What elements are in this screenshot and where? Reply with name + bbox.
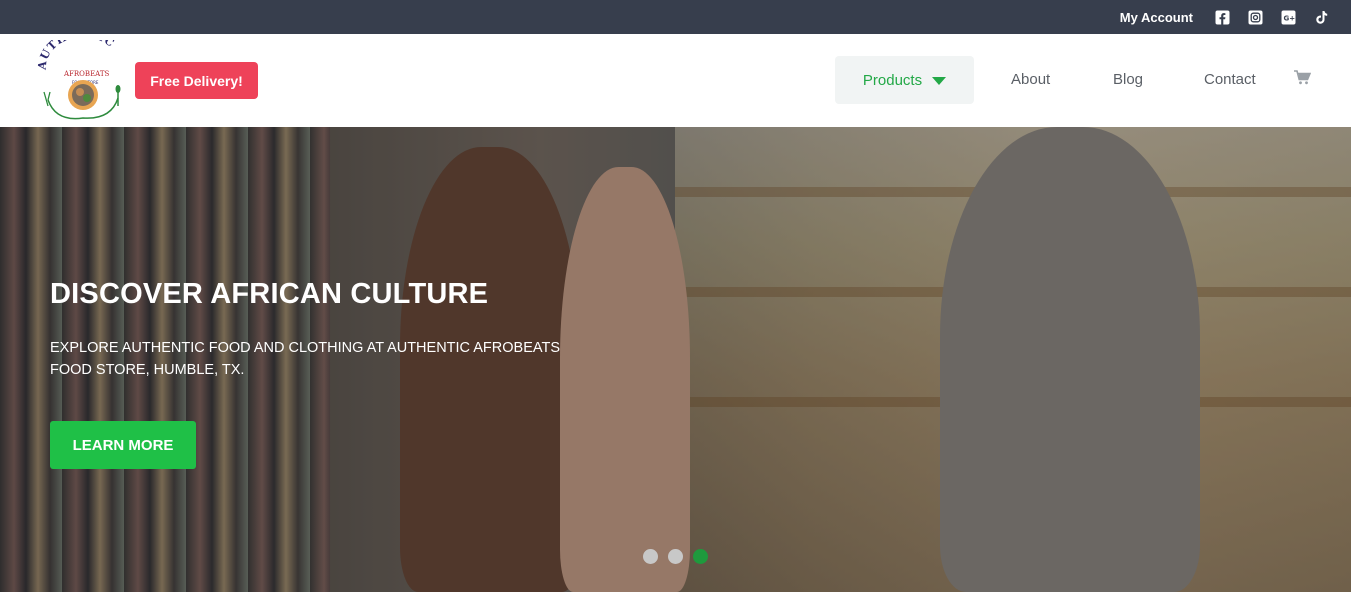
slider-dot-2[interactable] <box>668 549 683 564</box>
hero-subtitle: EXPLORE AUTHENTIC FOOD AND CLOTHING AT A… <box>50 340 560 378</box>
nav-blog[interactable]: Blog <box>1113 71 1143 88</box>
hero-slider: DISCOVER AFRICAN CULTURE EXPLORE AUTHENT… <box>0 127 1351 592</box>
nav-contact[interactable]: Contact <box>1204 71 1256 88</box>
svg-text:AUTHENTIC: AUTHENTIC <box>36 40 117 71</box>
google-plus-icon[interactable]: G+ <box>1281 10 1296 25</box>
cart-icon[interactable] <box>1294 70 1312 85</box>
svg-text:G+: G+ <box>1284 14 1296 22</box>
slider-dot-3[interactable] <box>693 549 708 564</box>
my-account-link[interactable]: My Account <box>1120 10 1193 25</box>
top-utility-bar: My Account G+ <box>0 0 1351 34</box>
slider-dots <box>643 549 708 564</box>
learn-more-button[interactable]: LEARN MORE <box>50 421 196 469</box>
svg-text:AFROBEATS: AFROBEATS <box>63 70 110 78</box>
social-links: G+ <box>1215 10 1329 25</box>
store-logo[interactable]: AUTHENTIC AFROBEATS FOOD STORE <box>36 27 128 122</box>
free-delivery-button[interactable]: Free Delivery! <box>135 62 258 99</box>
chevron-down-icon <box>932 76 947 85</box>
facebook-icon[interactable] <box>1215 10 1230 25</box>
instagram-icon[interactable] <box>1248 10 1263 25</box>
site-header: AUTHENTIC AFROBEATS FOOD STORE Free Deli… <box>0 27 1351 127</box>
tiktok-icon[interactable] <box>1314 10 1329 25</box>
nav-about[interactable]: About <box>1011 71 1050 88</box>
slider-dot-1[interactable] <box>643 549 658 564</box>
nav-products-dropdown[interactable]: Products <box>835 56 974 104</box>
main-nav: Products About Blog Contact <box>835 56 1256 104</box>
hero-title: DISCOVER AFRICAN CULTURE <box>50 278 489 310</box>
nav-products-label: Products <box>862 71 923 89</box>
